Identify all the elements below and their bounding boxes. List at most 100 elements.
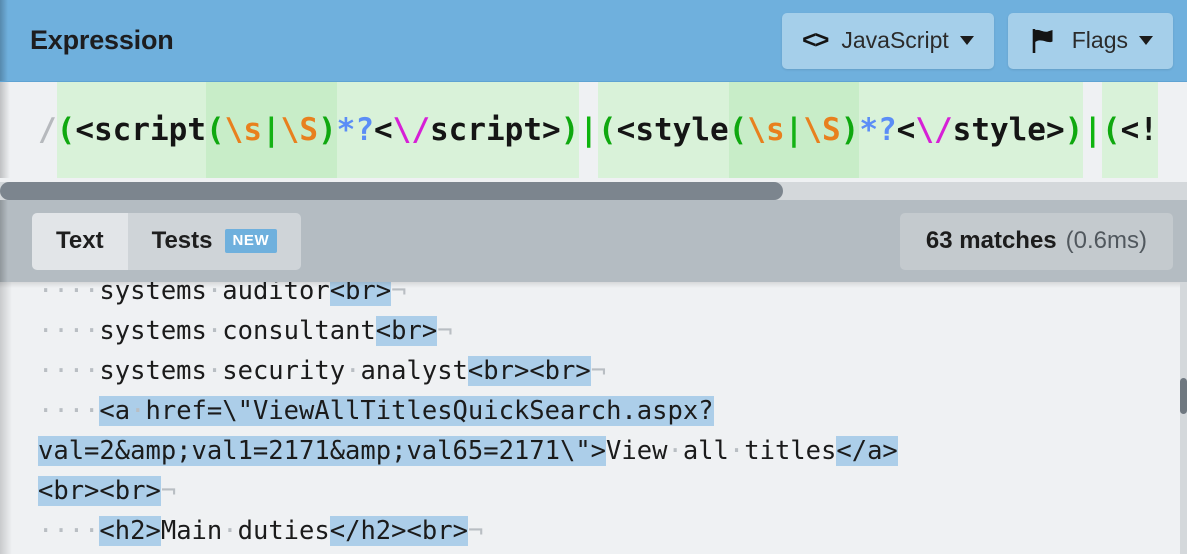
text-segment: ¬: [468, 516, 483, 546]
text-segment: ·: [207, 282, 222, 306]
text-segment: Main: [161, 516, 222, 546]
expr-token-17: \s: [747, 82, 784, 178]
expr-token-25: ): [1065, 82, 1084, 178]
text-segment: View: [606, 436, 667, 466]
text-segment: ····: [38, 516, 99, 546]
text-segment: ····: [38, 356, 99, 386]
match-highlight: <br>: [38, 476, 99, 506]
expression-hscrollbar-track[interactable]: [0, 182, 1187, 200]
expr-token-2: <script: [75, 82, 206, 178]
text-segment: ····: [38, 282, 99, 306]
expr-token-5: |: [262, 82, 281, 178]
header-actions: < > JavaScript Flags: [782, 13, 1173, 69]
text-segment: ·: [667, 436, 682, 466]
flags-dropdown-button[interactable]: Flags: [1008, 13, 1173, 69]
text-line: ····systems·auditor<br>¬: [38, 282, 1178, 311]
flag-icon: [1028, 26, 1058, 56]
expr-token-3: (: [206, 82, 225, 178]
expr-token-8: *?: [337, 82, 374, 178]
match-highlight: <br>: [330, 282, 391, 306]
match-highlight: <br>: [468, 356, 529, 386]
page-title: Expression: [30, 25, 174, 56]
text-segment: ¬: [437, 316, 452, 346]
flags-label: Flags: [1072, 27, 1128, 54]
match-highlight: <h2>: [99, 516, 160, 546]
text-segment: ····: [38, 396, 99, 426]
text-line: ····<a·href=\"ViewAllTitlesQuickSearch.a…: [38, 391, 1178, 431]
expr-token-18: |: [785, 82, 804, 178]
match-highlight: <br>: [99, 476, 160, 506]
expression-hscrollbar-thumb[interactable]: [0, 182, 783, 200]
match-highlight: <br>: [407, 516, 468, 546]
text-segment: all: [683, 436, 729, 466]
expr-token-14: (: [598, 82, 617, 178]
match-highlight: href=\"ViewAllTitlesQuickSearch.aspx?: [146, 396, 714, 426]
match-highlight: </a>: [836, 436, 897, 466]
match-time-label: (0.6ms): [1066, 227, 1147, 255]
tab-tests-label: Tests: [152, 227, 213, 255]
text-segment: ·: [345, 356, 360, 386]
expr-token-4: \s: [225, 82, 262, 178]
text-segment: ¬: [591, 356, 606, 386]
text-segment: auditor: [222, 282, 329, 306]
test-text-content[interactable]: ····systems·auditor<br>¬····systems·cons…: [38, 282, 1178, 551]
text-segment: titles: [744, 436, 836, 466]
text-line: ····<h2>Main·duties</h2><br>¬: [38, 511, 1178, 551]
match-highlight: <br>: [376, 316, 437, 346]
tab-list: Text Tests NEW: [32, 213, 301, 270]
expression-header: Expression < > JavaScript Flags: [0, 0, 1187, 82]
expr-token-22: <: [897, 82, 916, 178]
text-vscrollbar-track[interactable]: [1180, 282, 1187, 554]
text-segment: consultant: [222, 316, 376, 346]
match-count-box[interactable]: 63 matches (0.6ms): [900, 213, 1173, 270]
text-toolbar: Text Tests NEW 63 matches (0.6ms): [0, 200, 1187, 282]
expr-token-23: \/: [915, 82, 952, 178]
text-line: val=2&amp;val1=2171&amp;val65=2171\">Vie…: [38, 431, 1178, 471]
text-segment: ¬: [161, 476, 176, 506]
chevron-down-icon: [960, 36, 974, 45]
match-highlight: <br>: [529, 356, 590, 386]
expr-token-28: <!: [1121, 82, 1158, 178]
match-highlight: <a: [99, 396, 130, 426]
text-line: ····systems·security·analyst<br><br>¬: [38, 351, 1178, 391]
expr-token-13: |: [579, 82, 598, 178]
text-segment: analyst: [360, 356, 467, 386]
expr-token-15: <style: [617, 82, 729, 178]
expression-text[interactable]: /(<script(\s|\S)*?<\/script>)|(<style(\s…: [38, 82, 1158, 178]
text-line: <br><br>¬: [38, 471, 1178, 511]
expr-token-1: (: [57, 82, 76, 178]
expr-token-10: \/: [393, 82, 430, 178]
text-segment: ¬: [391, 282, 406, 306]
expr-token-16: (: [729, 82, 748, 178]
expr-token-26: |: [1083, 82, 1102, 178]
expr-token-9: <: [374, 82, 393, 178]
expr-token-24: style>: [953, 82, 1065, 178]
test-text-area[interactable]: ····systems·auditor<br>¬····systems·cons…: [0, 282, 1187, 554]
text-segment: ·: [729, 436, 744, 466]
expression-editor[interactable]: /(<script(\s|\S)*?<\/script>)|(<style(\s…: [0, 82, 1187, 178]
text-segment: security: [222, 356, 345, 386]
chevron-down-icon: [1139, 36, 1153, 45]
text-segment: systems: [99, 356, 206, 386]
text-segment: ·: [207, 356, 222, 386]
tab-tests[interactable]: Tests NEW: [128, 213, 302, 270]
tab-text-label: Text: [56, 227, 104, 255]
text-segment: systems: [99, 282, 206, 306]
text-vscrollbar-thumb[interactable]: [1180, 378, 1187, 414]
new-badge: NEW: [225, 229, 278, 253]
expr-token-0: /: [38, 82, 57, 178]
flavor-label: JavaScript: [841, 27, 948, 54]
flavor-dropdown-button[interactable]: < > JavaScript: [782, 13, 994, 69]
regex-tester-app: Expression < > JavaScript Flags /(<scrip…: [0, 0, 1187, 554]
text-segment: ·: [207, 316, 222, 346]
expr-token-21: *?: [859, 82, 896, 178]
match-highlight: ·: [130, 396, 145, 426]
match-highlight: val=2&amp;val1=2171&amp;val65=2171\">: [38, 436, 606, 466]
match-count-label: 63 matches: [926, 227, 1057, 255]
expr-token-20: ): [841, 82, 860, 178]
text-segment: duties: [238, 516, 330, 546]
expr-token-6: \S: [281, 82, 318, 178]
match-highlight: </h2>: [330, 516, 407, 546]
expr-token-12: ): [561, 82, 580, 178]
tab-text[interactable]: Text: [32, 213, 128, 270]
